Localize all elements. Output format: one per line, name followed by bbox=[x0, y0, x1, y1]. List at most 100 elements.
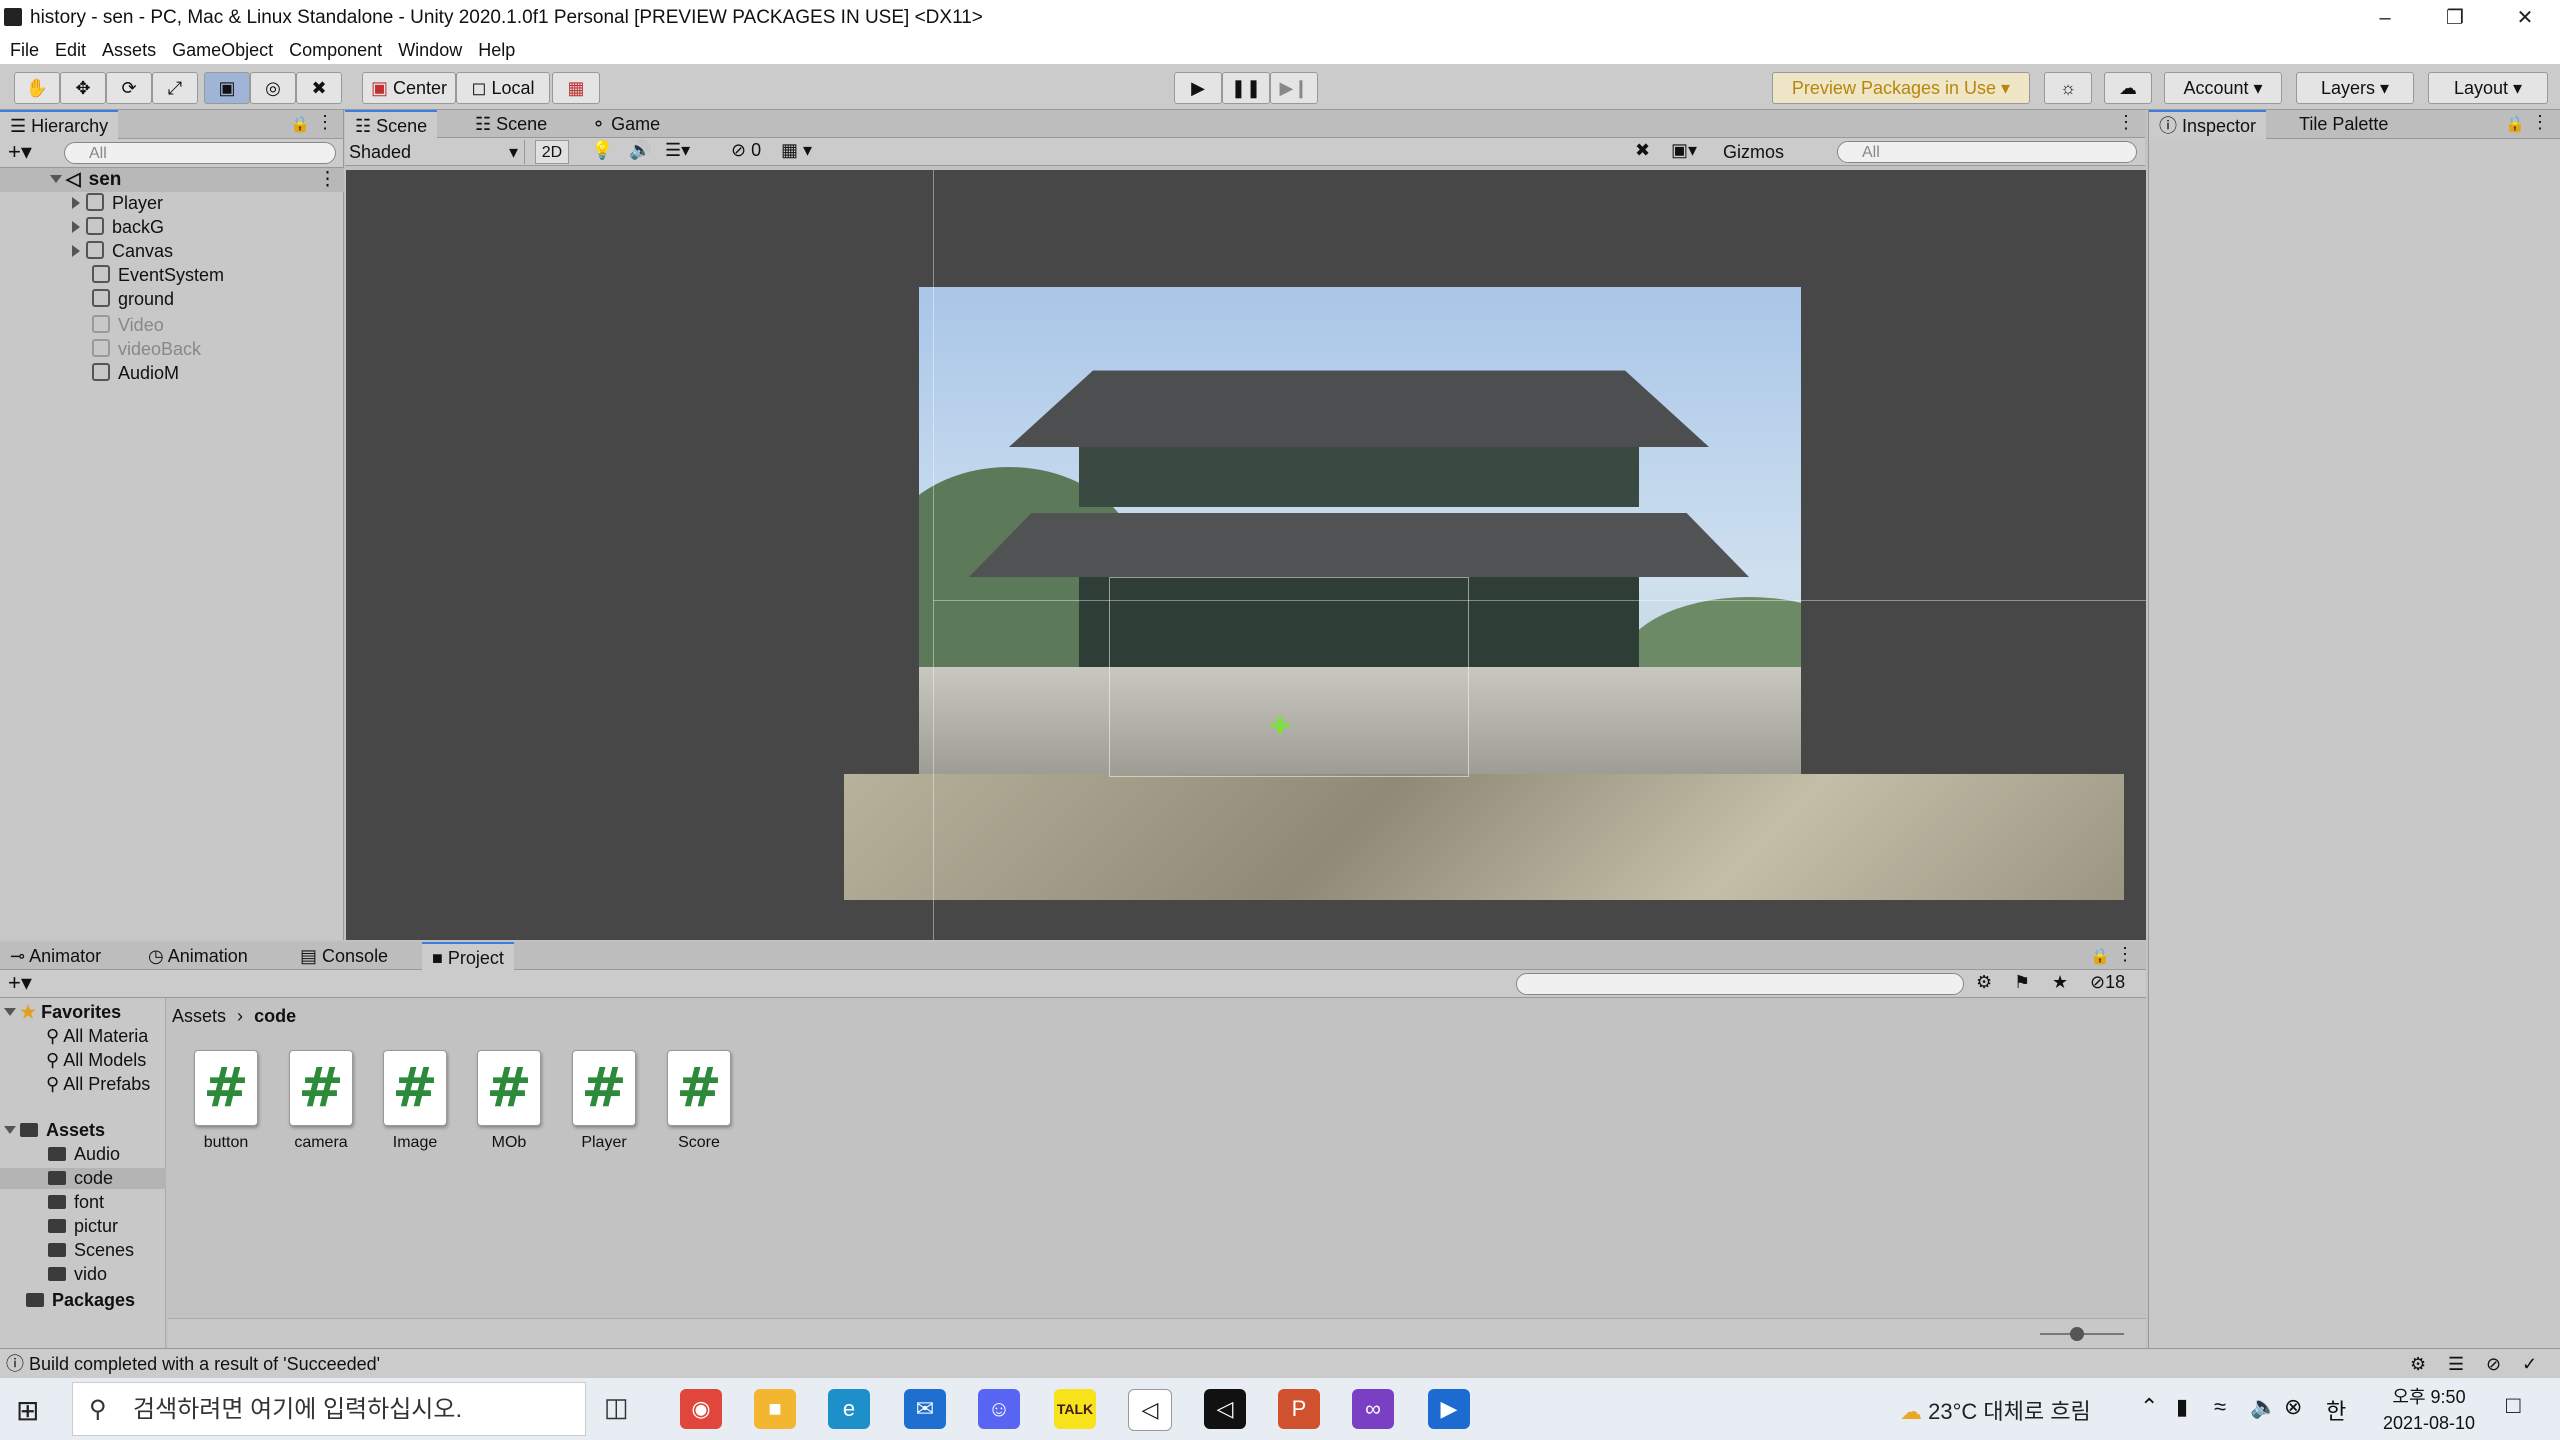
scale-tool-icon[interactable]: ⤢ bbox=[152, 72, 198, 104]
hierarchy-item-videoback[interactable]: videoBack bbox=[92, 338, 201, 360]
scene-viewport[interactable]: ✚ bbox=[346, 170, 2146, 940]
minimize-button[interactable]: – bbox=[2350, 0, 2420, 36]
script-asset-image[interactable]: # Image bbox=[375, 1050, 455, 1152]
hierarchy-item-backg[interactable]: backG bbox=[72, 216, 164, 238]
chrome-icon[interactable]: ◉ bbox=[680, 1389, 722, 1429]
tab-console[interactable]: ▤ Console bbox=[290, 942, 398, 970]
script-asset-mob[interactable]: # MOb bbox=[469, 1050, 549, 1152]
favorite-all-models[interactable]: ⚲ All Models bbox=[46, 1050, 146, 1071]
clock[interactable]: 오후 9:50 2021-08-10 bbox=[2374, 1384, 2484, 1436]
network-error-icon[interactable]: ⊗ bbox=[2284, 1394, 2302, 1420]
menu-help[interactable]: Help bbox=[478, 36, 515, 64]
hierarchy-item-player[interactable]: Player bbox=[72, 192, 163, 214]
toggle-2d-button[interactable]: 2D bbox=[535, 140, 569, 164]
notification-icon[interactable]: □ bbox=[2506, 1392, 2521, 1420]
volume-icon[interactable]: 🔈 bbox=[2250, 1394, 2277, 1420]
taskbar-search-input[interactable]: ⚲ 검색하려면 여기에 입력하십시오. bbox=[72, 1382, 586, 1436]
script-asset-camera[interactable]: # camera bbox=[281, 1050, 361, 1152]
folder-audio[interactable]: Audio bbox=[48, 1144, 120, 1165]
script-asset-button[interactable]: # button bbox=[186, 1050, 266, 1152]
file-explorer-icon[interactable]: ■ bbox=[754, 1389, 796, 1429]
folder-vido[interactable]: vido bbox=[48, 1264, 107, 1285]
panel-menu-icon[interactable]: ⋮ bbox=[2116, 944, 2134, 965]
battery-icon[interactable]: ▮ bbox=[2176, 1394, 2188, 1420]
add-object-button[interactable]: +▾ bbox=[8, 139, 32, 165]
favorite-star-icon[interactable]: ★ bbox=[2052, 972, 2068, 993]
tab-game[interactable]: ⚬ Game bbox=[581, 110, 670, 138]
scene-search-input[interactable]: All bbox=[1837, 141, 2137, 163]
create-asset-button[interactable]: +▾ bbox=[8, 970, 32, 996]
draw-mode-dropdown[interactable]: Shaded ▾ bbox=[349, 140, 525, 164]
panel-menu-icon[interactable]: ⋮ bbox=[316, 112, 334, 133]
expand-arrow-icon[interactable] bbox=[72, 221, 80, 233]
hierarchy-item-ground[interactable]: ground bbox=[92, 288, 174, 310]
wifi-icon[interactable]: ≈ bbox=[2214, 1394, 2226, 1420]
cloud-icon[interactable]: ☁ bbox=[2104, 72, 2152, 104]
scene-menu-icon[interactable]: ⋮ bbox=[318, 168, 337, 192]
check-icon[interactable]: ✓ bbox=[2522, 1349, 2537, 1379]
folder-font[interactable]: font bbox=[48, 1192, 104, 1213]
search-by-type-icon[interactable]: ⚙ bbox=[1976, 972, 1992, 993]
kakaotalk-icon[interactable]: TALK bbox=[1054, 1389, 1096, 1429]
menu-edit[interactable]: Edit bbox=[55, 36, 86, 64]
tab-animation[interactable]: ◷ Animation bbox=[138, 942, 258, 970]
effects-icon[interactable]: ☰▾ bbox=[665, 140, 690, 161]
move-tool-icon[interactable]: ✥ bbox=[60, 72, 106, 104]
windows-start-icon[interactable]: ⊞ bbox=[16, 1394, 39, 1427]
tab-hierarchy[interactable]: ☰ Hierarchy bbox=[0, 110, 119, 140]
hierarchy-item-video[interactable]: Video bbox=[92, 314, 164, 336]
step-button[interactable]: ▶❙ bbox=[1270, 72, 1318, 104]
packages-folder-header[interactable]: Packages bbox=[26, 1290, 135, 1311]
preview-packages-button[interactable]: Preview Packages in Use ▾ bbox=[1772, 72, 2030, 104]
mail-icon[interactable]: ✉ bbox=[904, 1389, 946, 1429]
script-asset-player[interactable]: # Player bbox=[564, 1050, 644, 1152]
tab-project[interactable]: ■ Project bbox=[422, 942, 514, 972]
play-button[interactable]: ▶ bbox=[1174, 72, 1222, 104]
menu-assets[interactable]: Assets bbox=[102, 36, 156, 64]
tab-scene[interactable]: ☷ Scene bbox=[345, 110, 438, 140]
project-search-input[interactable] bbox=[1516, 973, 1964, 995]
task-view-icon[interactable]: ◫ bbox=[604, 1392, 629, 1423]
rect-tool-icon[interactable]: ▣ bbox=[204, 72, 250, 104]
close-button[interactable]: ✕ bbox=[2490, 0, 2560, 36]
lock-icon[interactable]: 🔒 bbox=[2090, 946, 2110, 966]
expand-arrow-icon[interactable] bbox=[50, 175, 62, 183]
folder-scenes[interactable]: Scenes bbox=[48, 1240, 134, 1261]
expand-arrow-icon[interactable] bbox=[72, 197, 80, 209]
expand-arrow-icon[interactable] bbox=[4, 1126, 16, 1134]
tab-scene-2[interactable]: ☷ Scene bbox=[465, 110, 557, 138]
hidden-objects-toggle[interactable]: ⊘ 0 bbox=[731, 140, 761, 161]
media-player-icon[interactable]: ▶ bbox=[1428, 1389, 1470, 1429]
unity-editor-icon[interactable]: ◁ bbox=[1204, 1389, 1246, 1429]
hidden-packages-toggle[interactable]: ⊘18 bbox=[2090, 972, 2125, 993]
tools-icon[interactable]: ✖ bbox=[1635, 140, 1650, 161]
menu-file[interactable]: File bbox=[10, 36, 39, 64]
visual-studio-icon[interactable]: ∞ bbox=[1352, 1389, 1394, 1429]
audio-icon[interactable]: 🔊 bbox=[629, 140, 651, 161]
tab-animator[interactable]: ⊸ Animator bbox=[0, 942, 111, 970]
assets-folder-header[interactable]: Assets bbox=[4, 1120, 105, 1141]
breadcrumb-code[interactable]: code bbox=[254, 1006, 296, 1026]
transform-tool-icon[interactable]: ◎ bbox=[250, 72, 296, 104]
layers-dropdown[interactable]: Layers ▾ bbox=[2296, 72, 2414, 104]
expand-arrow-icon[interactable] bbox=[72, 245, 80, 257]
breadcrumb-assets[interactable]: Assets bbox=[172, 1006, 226, 1026]
gizmos-dropdown[interactable]: Gizmos ▾ bbox=[1723, 140, 1793, 186]
status-message[interactable]: Build completed with a result of 'Succee… bbox=[29, 1354, 380, 1374]
ime-indicator[interactable]: 한 bbox=[2326, 1394, 2346, 1426]
folder-pictur[interactable]: pictur bbox=[48, 1216, 118, 1237]
restore-button[interactable]: ❐ bbox=[2420, 0, 2490, 36]
pause-button[interactable]: ❚❚ bbox=[1222, 72, 1270, 104]
expand-arrow-icon[interactable] bbox=[4, 1008, 16, 1016]
search-by-label-icon[interactable]: ⚑ bbox=[2014, 972, 2030, 993]
db-icon[interactable]: ☰ bbox=[2448, 1349, 2464, 1379]
tray-chevron-icon[interactable]: ⌃ bbox=[2140, 1394, 2158, 1420]
bug-icon[interactable]: ⚙ bbox=[2410, 1349, 2426, 1379]
menu-gameobject[interactable]: GameObject bbox=[172, 36, 273, 64]
account-dropdown[interactable]: Account ▾ bbox=[2164, 72, 2282, 104]
collab-icon[interactable]: ☼ bbox=[2044, 72, 2092, 104]
scene-root-row[interactable]: ◁ sen ⋮ bbox=[0, 168, 344, 192]
hierarchy-item-canvas[interactable]: Canvas bbox=[72, 240, 173, 262]
lock-icon[interactable]: 🔒 bbox=[290, 114, 310, 134]
rotate-tool-icon[interactable]: ⟳ bbox=[106, 72, 152, 104]
